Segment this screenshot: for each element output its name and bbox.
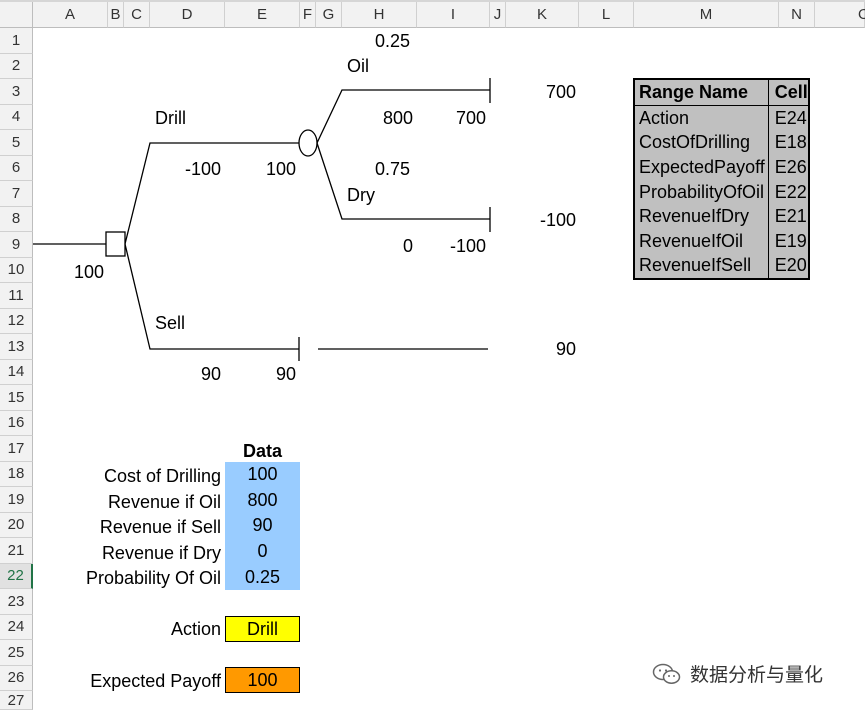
range-table-row: ExpectedPayoff E26 bbox=[634, 154, 809, 180]
spreadsheet: A B C D E F G H I J K L M N O 1 2 3 4 5 … bbox=[0, 0, 865, 710]
cell-header: Cell bbox=[767, 79, 809, 106]
range-name: CostOfDrilling bbox=[639, 132, 751, 153]
dry-revenue-value: 0 bbox=[402, 236, 413, 256]
expected-payoff-cell[interactable]: 100 bbox=[225, 667, 300, 693]
revenue-if-sell-label: Revenue if Sell bbox=[99, 517, 221, 537]
probability-of-oil-label: Probability Of Oil bbox=[85, 568, 221, 588]
range-table-row: ProbabilityOfOil E22 bbox=[634, 179, 809, 204]
range-cell-ref: E22 bbox=[767, 179, 809, 204]
data-header: Data bbox=[242, 441, 282, 461]
range-cell-ref: E26 bbox=[767, 154, 809, 180]
oil-end-value: 700 bbox=[455, 108, 486, 128]
watermark-text: 数据分析与量化 bbox=[690, 665, 824, 686]
prob-oil-label: 0.25 bbox=[375, 31, 411, 51]
oil-branch-label: Oil bbox=[347, 56, 369, 76]
range-table-row: RevenueIfSell E20 bbox=[634, 253, 809, 279]
range-name: RevenueIfOil bbox=[639, 230, 744, 251]
chance-node bbox=[298, 129, 318, 157]
expected-payoff-label: Expected Payoff bbox=[90, 671, 221, 691]
revenue-if-sell-cell[interactable]: 90 bbox=[225, 513, 300, 539]
sell-branch bbox=[124, 243, 299, 350]
prob-dry-label: 0.75 bbox=[375, 159, 411, 179]
dry-payoff-value: -100 bbox=[539, 210, 576, 230]
action-label: Action bbox=[170, 619, 221, 639]
drill-branch-label: Drill bbox=[155, 108, 186, 128]
revenue-if-dry-cell[interactable]: 0 bbox=[225, 538, 300, 564]
cost-of-drilling-cell[interactable]: 100 bbox=[225, 462, 300, 488]
range-cell-ref: E18 bbox=[767, 130, 809, 155]
chance-node-value: 100 bbox=[265, 159, 296, 179]
range-cell-ref: E20 bbox=[767, 253, 809, 279]
sell-end-value: 90 bbox=[275, 364, 296, 384]
oil-payoff-value: 700 bbox=[545, 82, 576, 102]
revenue-if-oil-label: Revenue if Oil bbox=[107, 492, 221, 512]
watermark: 数据分析与量化 bbox=[652, 660, 823, 687]
cost-of-drilling-label: Cost of Drilling bbox=[103, 466, 221, 486]
dry-branch bbox=[316, 142, 490, 220]
range-name: RevenueIfSell bbox=[639, 255, 752, 276]
sell-payoff-value: 90 bbox=[555, 339, 576, 359]
range-name-header: Range Name bbox=[634, 79, 769, 106]
action-cell[interactable]: Drill bbox=[225, 616, 300, 642]
range-name: RevenueIfDry bbox=[639, 206, 750, 227]
revenue-if-oil-cell[interactable]: 800 bbox=[225, 487, 300, 513]
oil-revenue-value: 800 bbox=[382, 108, 413, 128]
decision-node bbox=[105, 231, 126, 257]
revenue-if-dry-label: Revenue if Dry bbox=[101, 543, 221, 563]
range-table-row: CostOfDrilling E18 bbox=[634, 130, 809, 155]
sell-branch-label: Sell bbox=[155, 313, 186, 333]
range-name: ExpectedPayoff bbox=[639, 157, 765, 178]
range-name: ProbabilityOfOil bbox=[639, 181, 765, 202]
sell-revenue-value: 90 bbox=[200, 364, 221, 384]
range-cell-ref: E21 bbox=[767, 203, 809, 229]
dry-branch-label: Dry bbox=[347, 185, 375, 205]
range-table-row: RevenueIfDry E21 bbox=[634, 203, 809, 229]
range-cell-ref: E19 bbox=[767, 228, 809, 254]
probability-of-oil-cell[interactable]: 0.25 bbox=[225, 564, 300, 590]
range-cell-ref: E24 bbox=[767, 105, 809, 131]
range-table-row: RevenueIfOil E19 bbox=[634, 228, 809, 254]
wechat-icon bbox=[652, 663, 681, 684]
dry-end-value: -100 bbox=[449, 236, 486, 256]
range-table-header-row: Range Name Cell bbox=[634, 79, 809, 106]
range-name: Action bbox=[639, 107, 690, 128]
range-table-row: Action E24 bbox=[634, 105, 809, 131]
drill-cost-value: -100 bbox=[184, 159, 221, 179]
root-value: 100 bbox=[73, 262, 104, 282]
range-name-table: Range Name Cell Action E24 CostOfDrillin… bbox=[633, 78, 810, 280]
